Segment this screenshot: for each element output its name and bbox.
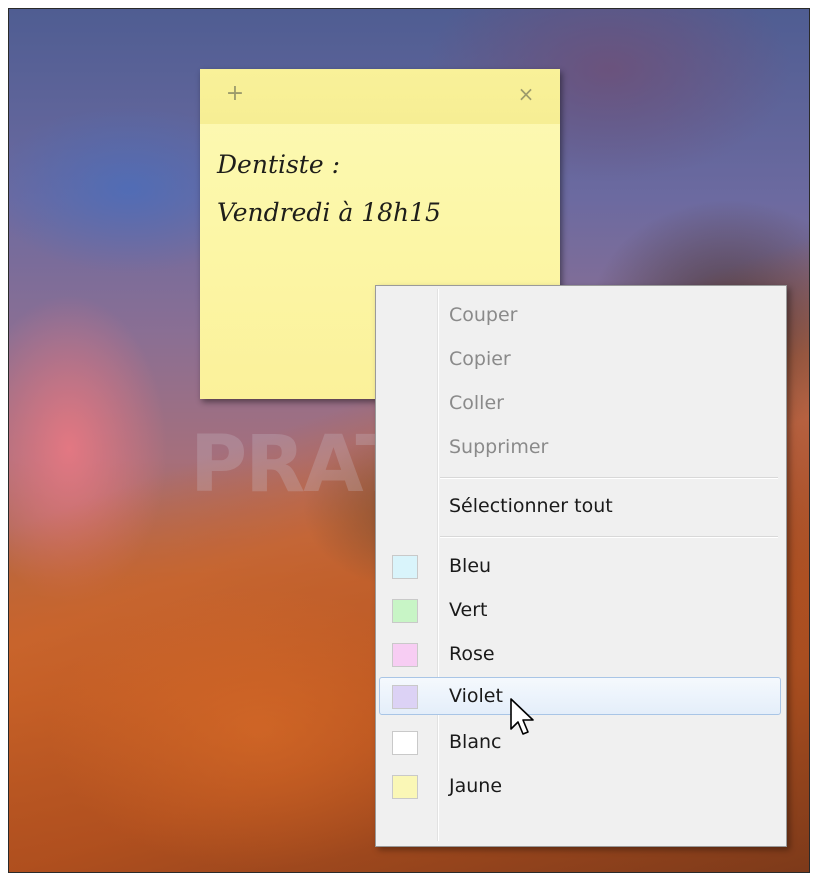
menu-separator — [440, 477, 778, 478]
menu-item-color-purple[interactable]: Violet — [379, 677, 781, 715]
menu-item-label: Violet — [449, 685, 503, 707]
white-swatch-icon — [392, 731, 418, 755]
note-text-line[interactable]: Vendredi à 18h15 — [217, 198, 441, 227]
add-note-button[interactable]: + — [224, 83, 246, 105]
menu-item-label: Jaune — [449, 775, 503, 797]
note-text-line[interactable]: Dentiste : — [217, 150, 340, 179]
yellow-swatch-icon — [392, 775, 418, 799]
menu-item-color-white[interactable]: Blanc — [379, 723, 781, 761]
blue-swatch-icon — [392, 555, 418, 579]
context-menu: Couper Copier Coller Supprimer Sélection… — [375, 285, 787, 847]
sticky-note-header[interactable]: + × — [200, 69, 560, 124]
menu-item-label: Bleu — [449, 555, 492, 577]
menu-separator — [440, 536, 778, 537]
menu-item-color-green[interactable]: Vert — [379, 591, 781, 629]
menu-item-label: Supprimer — [449, 436, 549, 458]
menu-item-label: Blanc — [449, 731, 502, 753]
menu-item-delete[interactable]: Supprimer — [379, 428, 781, 466]
menu-item-label: Rose — [449, 643, 495, 665]
menu-item-label: Copier — [449, 348, 511, 370]
menu-item-label: Vert — [449, 599, 488, 621]
mouse-pointer-icon — [510, 698, 534, 735]
purple-swatch-icon — [392, 685, 418, 709]
menu-item-select-all[interactable]: Sélectionner tout — [379, 487, 781, 525]
menu-item-label: Coller — [449, 392, 504, 414]
menu-item-color-yellow[interactable]: Jaune — [379, 767, 781, 805]
pink-swatch-icon — [392, 643, 418, 667]
menu-item-color-blue[interactable]: Bleu — [379, 547, 781, 585]
menu-item-cut[interactable]: Couper — [379, 296, 781, 334]
menu-item-paste[interactable]: Coller — [379, 384, 781, 422]
menu-item-copy[interactable]: Copier — [379, 340, 781, 378]
menu-item-label: Sélectionner tout — [449, 495, 613, 517]
green-swatch-icon — [392, 599, 418, 623]
close-note-button[interactable]: × — [516, 84, 536, 104]
menu-item-label: Couper — [449, 304, 518, 326]
menu-item-color-pink[interactable]: Rose — [379, 635, 781, 673]
